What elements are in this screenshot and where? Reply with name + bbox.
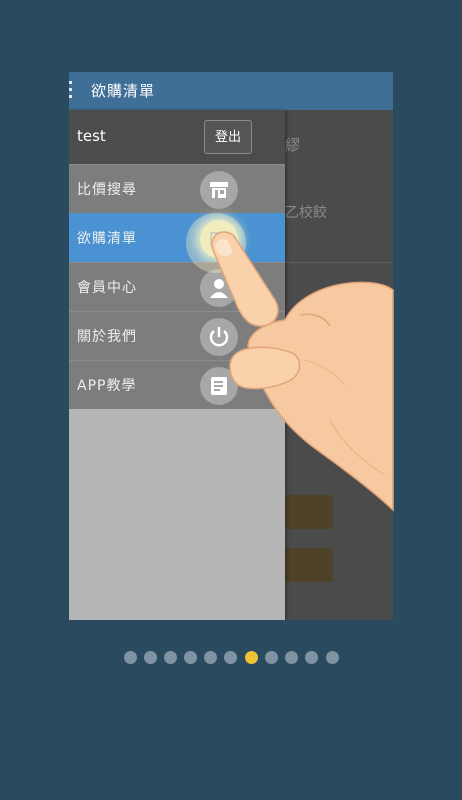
page-dot[interactable] <box>265 651 278 664</box>
page-dot[interactable] <box>184 651 197 664</box>
page-dot[interactable] <box>124 651 137 664</box>
page-dot[interactable] <box>285 651 298 664</box>
page-dot[interactable] <box>204 651 217 664</box>
page-dot[interactable] <box>144 651 157 664</box>
page-dot[interactable] <box>305 651 318 664</box>
page-dot[interactable] <box>164 651 177 664</box>
page-dot-active[interactable] <box>245 651 258 664</box>
page-dot[interactable] <box>326 651 339 664</box>
page-dot[interactable] <box>224 651 237 664</box>
pointing-hand-icon <box>186 213 394 512</box>
